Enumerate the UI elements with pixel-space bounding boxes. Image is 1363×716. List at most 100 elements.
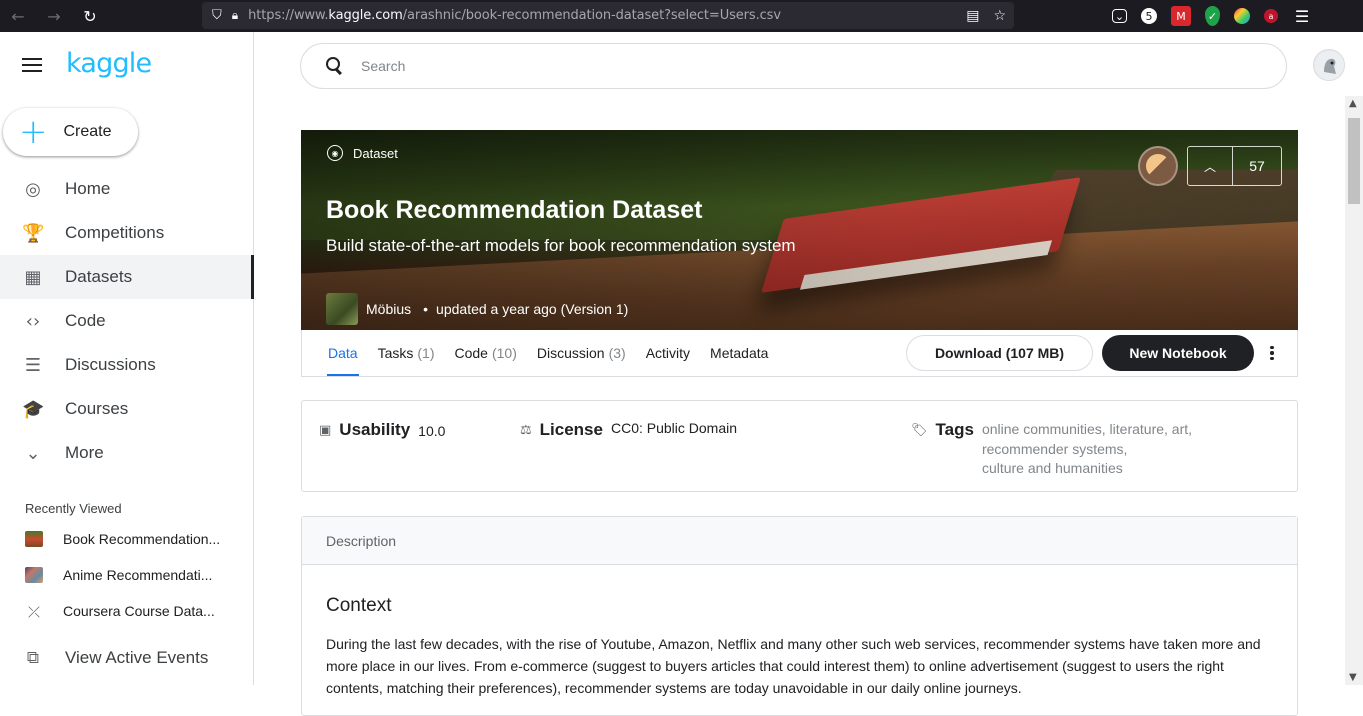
dataset-thumbnail — [25, 567, 43, 583]
mega-extension-icon[interactable]: M — [1171, 6, 1191, 26]
pocket-icon[interactable]: ⌄ — [1112, 9, 1127, 23]
upvote-chevron-icon[interactable]: ︿ — [1188, 147, 1233, 185]
tags-info: 🏷︎ Tags online communities, literature, … — [911, 420, 1222, 479]
tracking-shield-icon[interactable]: ⛉ — [212, 8, 222, 23]
create-label: Create — [63, 123, 112, 140]
trophy-icon: 🏆 — [22, 222, 45, 244]
view-active-events-button[interactable]: ⧉ View Active Events — [0, 640, 253, 676]
search-icon — [325, 56, 345, 76]
reader-view-icon[interactable]: ▤ — [966, 8, 979, 24]
sidebar-item-label: Competitions — [65, 223, 165, 242]
description-card: Description Context During the last few … — [301, 516, 1298, 716]
tab-code[interactable]: Code (10) — [455, 330, 517, 376]
extension-badge-icon[interactable]: 5 — [1141, 8, 1157, 24]
download-button[interactable]: Download (107 MB) — [906, 335, 1093, 371]
author-line: Möbius • updated a year ago (Version 1) — [326, 293, 628, 325]
recently-viewed-heading: Recently Viewed — [25, 501, 122, 516]
tab-metadata[interactable]: Metadata — [710, 330, 768, 376]
bookmark-avatar[interactable] — [1138, 146, 1178, 186]
recent-item-label: Book Recommendation... — [63, 531, 221, 547]
tab-activity[interactable]: Activity — [646, 330, 690, 376]
usability-briefcase-icon: ▣ — [319, 423, 332, 438]
kaggle-logo[interactable]: kaggle — [66, 48, 152, 79]
sidebar-item-more[interactable]: ⌄ More — [0, 431, 253, 475]
recent-item[interactable]: Anime Recommendati... — [0, 557, 253, 593]
scroll-down-arrow-icon[interactable]: ▼ — [1349, 672, 1357, 683]
hamburger-menu-icon[interactable] — [22, 54, 44, 76]
tab-tasks[interactable]: Tasks (1) — [378, 330, 435, 376]
dataset-tabbar: Data Tasks (1) Code (10) Discussion (3) Act… — [301, 330, 1298, 377]
search-bar[interactable] — [300, 43, 1287, 89]
code-brackets-icon: ‹› — [25, 310, 41, 332]
upvote-control: ︿ 57 — [1187, 146, 1282, 186]
tab-data[interactable]: Data — [327, 330, 359, 376]
dataset-thumbnail — [25, 531, 43, 547]
comment-icon: ☰ — [24, 354, 42, 376]
sidebar-item-label: Code — [65, 311, 106, 330]
description-header: Description — [302, 517, 1297, 565]
back-arrow-icon[interactable]: ← — [0, 0, 36, 32]
updated-text: updated a year ago (Version 1) — [436, 301, 629, 317]
recent-item[interactable]: Book Recommendation... — [0, 521, 253, 557]
sidebar-item-home[interactable]: ◎ Home — [0, 167, 253, 211]
red-extension-icon[interactable]: a — [1264, 9, 1278, 23]
chevron-down-icon: ⌄ — [25, 442, 41, 464]
scroll-thumb[interactable] — [1348, 118, 1360, 204]
sidebar-item-label: Home — [65, 179, 111, 198]
tag-icon: 🏷︎ — [911, 423, 928, 438]
content-type-label: ◉ Dataset — [327, 145, 398, 161]
compass-icon: ◎ — [25, 178, 41, 200]
usability-info: ▣ Usability 10.0 — [319, 420, 446, 439]
browser-toolbar: ← → ↻ ⛉ 🔒︎ https://www.kaggle.com/arashn… — [0, 0, 1363, 32]
url-text[interactable]: https://www.kaggle.com/arashnic/book-rec… — [248, 8, 781, 23]
author-name[interactable]: Möbius — [366, 301, 411, 317]
sidebar-item-label: More — [65, 443, 104, 462]
recent-item-label: Coursera Course Data... — [63, 603, 215, 619]
dataset-icon: ◉ — [327, 145, 343, 161]
context-paragraph: During the last few decades, with the ri… — [326, 636, 1261, 696]
lock-icon[interactable]: 🔒︎ — [232, 8, 238, 23]
usability-score: 10.0 — [418, 423, 446, 439]
new-notebook-button[interactable]: New Notebook — [1102, 335, 1254, 371]
sidebar-item-datasets[interactable]: ▦ Datasets — [0, 255, 254, 299]
recent-item-label: Anime Recommendati... — [63, 567, 213, 583]
sidebar-nav: ◎ Home 🏆 Competitions ▦ Datasets ‹› Code… — [0, 167, 254, 475]
sidebar-item-label: Datasets — [65, 267, 133, 286]
events-label: View Active Events — [65, 648, 209, 667]
address-bar[interactable]: ⛉ 🔒︎ https://www.kaggle.com/arashnic/boo… — [202, 2, 1014, 29]
recently-viewed-list: Book Recommendation... Anime Recommendat… — [0, 521, 253, 629]
create-button[interactable]: + Create — [3, 108, 138, 156]
adblock-shield-icon[interactable]: ✓ — [1205, 6, 1220, 26]
page-scrollbar[interactable]: ▲ ▼ — [1345, 96, 1363, 685]
sidebar-item-label: Courses — [65, 399, 129, 418]
search-input[interactable] — [361, 58, 1161, 74]
more-options-icon[interactable] — [1262, 340, 1282, 366]
app-menu-icon[interactable]: ☰ — [1292, 6, 1312, 26]
dataset-meta-card: ▣ Usability 10.0 ⚖ License CC0: Public D… — [301, 400, 1298, 492]
sidebar-item-courses[interactable]: 🎓 Courses — [0, 387, 253, 431]
graduation-cap-icon: 🎓 — [22, 398, 45, 420]
tab-discussion[interactable]: Discussion (3) — [537, 330, 626, 376]
sidebar-item-code[interactable]: ‹› Code — [0, 299, 253, 343]
sidebar-item-competitions[interactable]: 🏆 Competitions — [0, 211, 253, 255]
scroll-up-arrow-icon[interactable]: ▲ — [1349, 98, 1357, 109]
sidebar-item-label: Discussions — [65, 355, 156, 374]
plus-icon: + — [19, 112, 48, 152]
recent-item[interactable]: ⤫ Coursera Course Data... — [0, 593, 253, 629]
license-value[interactable]: CC0: Public Domain — [611, 420, 737, 436]
reload-icon[interactable]: ↻ — [72, 0, 108, 32]
user-avatar[interactable] — [1313, 49, 1345, 81]
page-subtitle: Build state-of-the-art models for book r… — [326, 236, 796, 255]
table-icon: ▦ — [24, 266, 42, 288]
bookmark-star-icon[interactable]: ☆ — [993, 8, 1006, 24]
sidebar-item-discussions[interactable]: ☰ Discussions — [0, 343, 253, 387]
author-avatar[interactable] — [326, 293, 358, 325]
context-heading: Context — [326, 595, 392, 616]
dataset-header-banner: ◉ Dataset Book Recommendation Dataset Bu… — [301, 130, 1298, 330]
forward-arrow-icon[interactable]: → — [36, 0, 72, 32]
tags-list[interactable]: online communities, literature, art, rec… — [982, 420, 1222, 479]
color-extension-icon[interactable] — [1234, 8, 1250, 24]
license-info: ⚖ License CC0: Public Domain — [520, 420, 738, 439]
vote-count: 57 — [1249, 158, 1265, 174]
sidebar: kaggle + Create ◎ Home 🏆 Competitions ▦ … — [0, 32, 254, 685]
